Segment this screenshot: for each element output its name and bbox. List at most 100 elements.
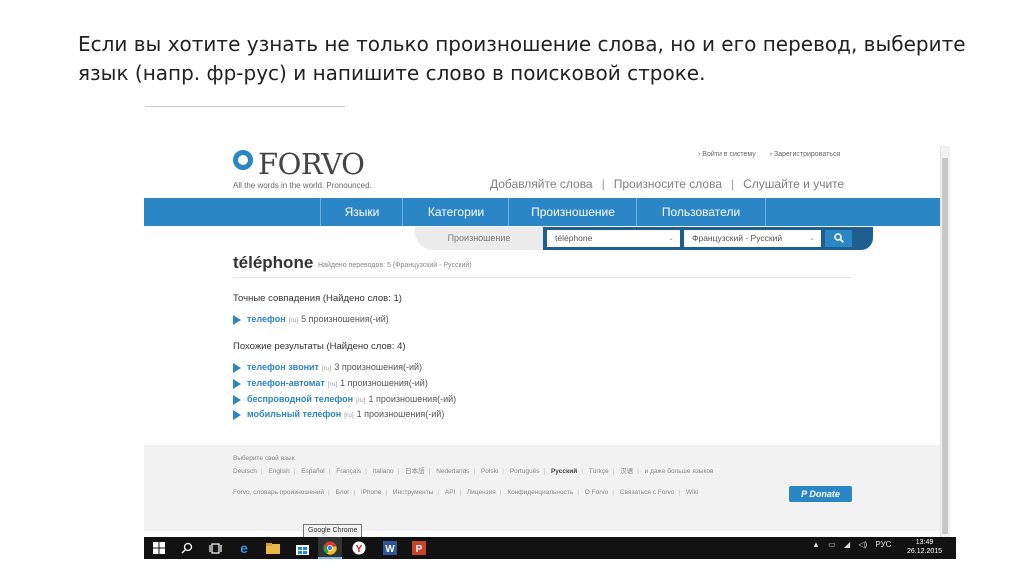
- lang-link[interactable]: Español: [301, 468, 325, 475]
- play-icon[interactable]: [233, 378, 241, 389]
- footer-link[interactable]: iPhone: [361, 489, 381, 496]
- lang-link[interactable]: Deutsch: [233, 468, 257, 475]
- nav-separator: |: [601, 177, 605, 191]
- result-divider: [233, 277, 851, 278]
- nav-separator: |: [731, 177, 735, 191]
- battery-icon[interactable]: ▭: [828, 540, 836, 549]
- forvo-logo-text[interactable]: FORVO: [258, 148, 365, 180]
- search-tab-pronunciation[interactable]: Произношение: [415, 227, 543, 250]
- network-icon[interactable]: ◢: [844, 540, 850, 549]
- word-link[interactable]: мобильный телефон: [247, 409, 341, 419]
- nav-categories[interactable]: Категории: [402, 198, 509, 226]
- more-languages-link[interactable]: и даже больше языков: [645, 468, 714, 475]
- lang-link[interactable]: English: [268, 468, 289, 475]
- word-link[interactable]: телефон-автомат: [247, 378, 325, 388]
- search-icon: [833, 233, 844, 243]
- lang-link[interactable]: Português: [510, 468, 540, 475]
- lang-tag: [ru]: [288, 317, 299, 324]
- lang-link[interactable]: 日本語: [405, 468, 425, 475]
- play-icon[interactable]: [233, 394, 241, 405]
- chevron-up-icon[interactable]: ▲: [812, 540, 820, 549]
- pronounce-words-link[interactable]: Произносите слова: [614, 177, 722, 191]
- search-input[interactable]: téléphone ⌄: [547, 230, 680, 247]
- word-link[interactable]: беспроводной телефон: [247, 394, 353, 404]
- pronunciation-count: 3 произношения(-ий): [334, 362, 423, 372]
- list-item: телефон звонит [ru] 3 произношения(-ий): [233, 362, 422, 373]
- lang-link[interactable]: Italiano: [373, 468, 394, 475]
- search-button[interactable]: [825, 230, 852, 247]
- list-item: беспроводной телефон [ru] 1 произношения(-…: [233, 394, 456, 405]
- pronunciation-count: 5 произношения(-ий): [301, 314, 389, 324]
- slide-divider: [145, 106, 345, 107]
- lang-link[interactable]: Français: [336, 468, 361, 475]
- donate-button[interactable]: P Donate: [789, 486, 852, 502]
- pronunciation-count: 1 произношения(-ий): [356, 409, 445, 419]
- nav-languages[interactable]: Языки: [320, 198, 403, 226]
- nav-pronunciation[interactable]: Произношение: [508, 198, 637, 226]
- footer-link[interactable]: Инструменты: [393, 489, 434, 496]
- word-icon[interactable]: W: [382, 540, 398, 556]
- footer-link[interactable]: О Forvo: [585, 489, 608, 496]
- lang-tag: [ru]: [327, 381, 338, 388]
- main-nav: Языки Категории Произношение Пользовател…: [144, 198, 940, 226]
- scrollbar-thumb[interactable]: [942, 158, 948, 534]
- search-query: téléphone: [555, 233, 593, 243]
- pronunciation-count: 1 произношения(-ий): [368, 394, 457, 404]
- word-link[interactable]: телефон: [247, 314, 286, 324]
- play-icon[interactable]: [233, 314, 241, 325]
- choose-language-label: Выберите свой язык: [233, 455, 295, 462]
- footer-link[interactable]: API: [445, 489, 455, 496]
- account-links: › Войти в систему › Зарегистрироваться: [698, 151, 852, 158]
- store-icon[interactable]: [294, 540, 310, 556]
- slide-title: Если вы хотите узнать не только произнош…: [78, 32, 966, 85]
- lang-link[interactable]: 汉语: [620, 468, 633, 475]
- svg-text:P: P: [416, 544, 423, 555]
- footer-link[interactable]: Wiki: [686, 489, 698, 496]
- pronunciation-count: 1 произношения(-ий): [340, 378, 428, 388]
- chrome-icon[interactable]: [322, 540, 338, 556]
- lang-link[interactable]: Polski: [481, 468, 498, 475]
- chevron-down-icon: ⌄: [668, 235, 674, 242]
- search-panel: Произношение téléphone ⌄ Французский - Р…: [415, 227, 885, 250]
- lang-link[interactable]: Türkçe: [589, 468, 609, 475]
- svg-text:W: W: [385, 544, 395, 555]
- forvo-logo-icon[interactable]: [233, 150, 253, 170]
- play-icon[interactable]: [233, 362, 241, 373]
- lang-link-current[interactable]: Русский: [551, 468, 577, 475]
- play-icon[interactable]: [233, 409, 241, 420]
- clock-date: 26.12.2015: [907, 548, 943, 555]
- nav-users[interactable]: Пользователи: [636, 198, 766, 226]
- keyboard-language[interactable]: РУС: [875, 540, 891, 549]
- taskbar-tooltip: Google Chrome: [303, 524, 363, 538]
- login-link[interactable]: › Войти в систему: [698, 151, 756, 158]
- footer-link[interactable]: Конфиденциальность: [507, 489, 573, 496]
- footer-link[interactable]: Лицензия: [467, 489, 496, 496]
- search-bar: téléphone ⌄ Французский - Русский ⌄: [543, 227, 873, 250]
- explorer-icon[interactable]: [265, 540, 281, 556]
- windows-icon[interactable]: [151, 540, 167, 556]
- result-word: téléphone: [233, 253, 314, 272]
- word-link[interactable]: телефон звонит: [247, 362, 319, 372]
- footer-link[interactable]: Блог: [336, 489, 350, 496]
- taskbar-clock[interactable]: 13:49 26.12.2015: [907, 538, 942, 556]
- exact-matches-title: Точные совпадения (Найдено слов: 1): [233, 293, 402, 304]
- listen-learn-link[interactable]: Слушайте и учите: [743, 177, 844, 191]
- lang-link[interactable]: Nederlands: [436, 468, 469, 475]
- add-words-link[interactable]: Добавляйте слова: [490, 177, 593, 191]
- task-view-icon[interactable]: [207, 540, 223, 556]
- chevron-down-icon: ⌄: [809, 235, 815, 242]
- volume-icon[interactable]: ◁): [858, 540, 867, 549]
- search-icon[interactable]: [179, 540, 195, 556]
- list-item: телефон-автомат [ru] 1 произношения(-ий): [233, 378, 428, 389]
- powerpoint-icon[interactable]: P: [411, 540, 427, 556]
- yandex-icon[interactable]: Y: [351, 540, 367, 556]
- secondary-nav: Добавляйте слова | Произносите слова | Слуша…: [490, 177, 844, 191]
- clock-time: 13:49: [915, 539, 934, 546]
- footer-link[interactable]: Forvo, словарь произношений: [233, 489, 324, 496]
- system-tray: ▲ ▭ ◢ ◁) РУС: [812, 540, 897, 549]
- register-link[interactable]: › Зарегистрироваться: [770, 151, 840, 158]
- edge-icon[interactable]: e: [236, 540, 252, 556]
- similar-results-title: Похожие результаты (Найдено слов: 4): [233, 341, 406, 352]
- footer-link[interactable]: Связаться с Forvo: [620, 489, 675, 496]
- language-pair-select[interactable]: Французский - Русский ⌄: [684, 230, 821, 247]
